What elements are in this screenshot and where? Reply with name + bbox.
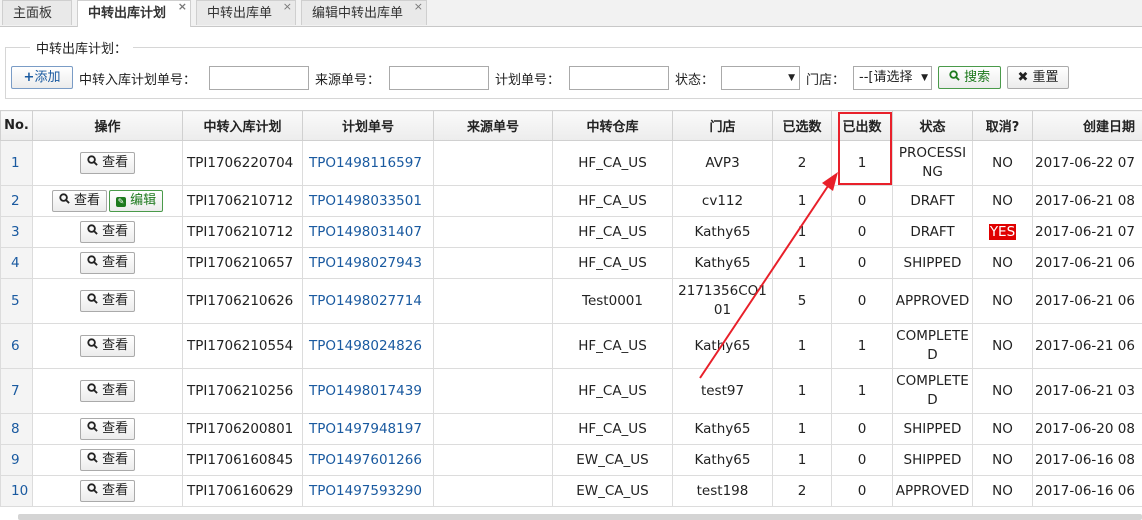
annotation-arrow <box>699 172 838 379</box>
horizontal-scrollbar[interactable] <box>18 514 1142 520</box>
